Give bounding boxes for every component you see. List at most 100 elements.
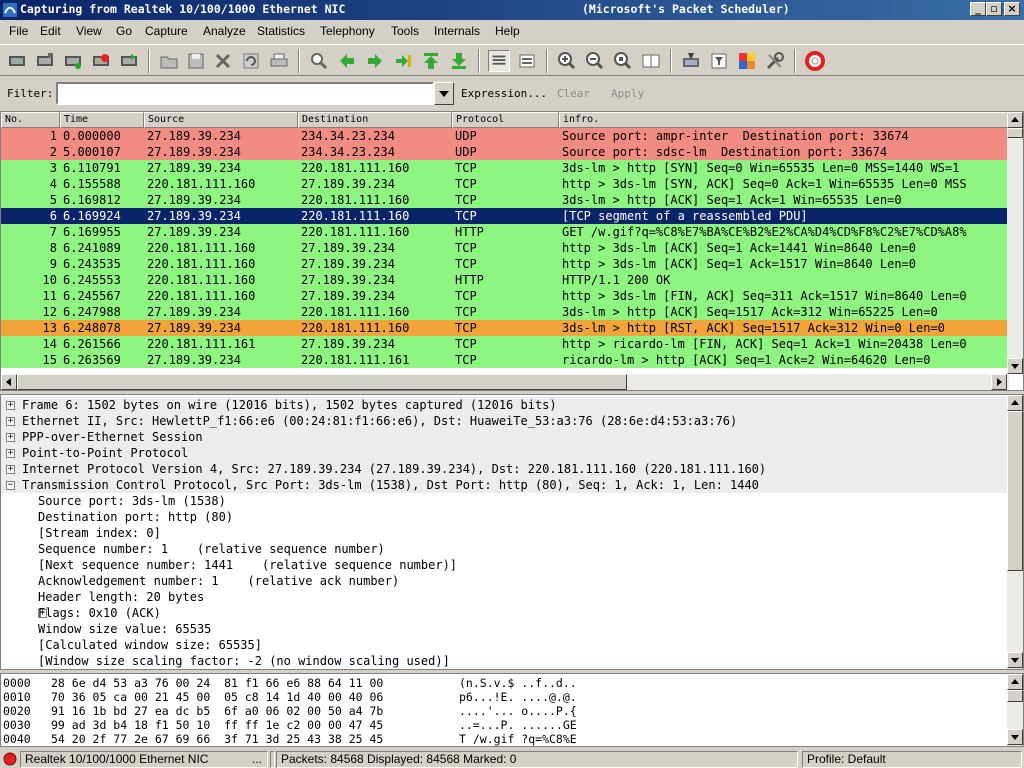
find-packet-icon[interactable] [308, 50, 330, 72]
byte-row[interactable]: 0040 54 20 2f 77 2e 67 69 66 3f 71 3d 25 … [3, 732, 1003, 746]
bytes-vscrollbar[interactable] [1007, 674, 1023, 746]
print-icon[interactable] [268, 50, 290, 72]
menu-tools[interactable]: Tools [391, 24, 419, 38]
packet-row[interactable]: 14 6.261566 220.181.111.161 27.189.39.234 TC… [1, 336, 1007, 352]
detail-row[interactable]: + Ethernet II, Src: HewlettP_f1:66:e6 (00… [1, 413, 1007, 429]
menu-edit[interactable]: Edit [40, 24, 61, 38]
colorize-packet-list-icon[interactable] [488, 50, 510, 72]
packet-row[interactable]: 2 5.000107 27.189.39.234 234.34.23.234 UDP So… [1, 144, 1007, 160]
coloring-rules-icon[interactable] [736, 50, 758, 72]
auto-scroll-icon[interactable] [516, 50, 538, 72]
expression-button[interactable]: Expression... [461, 87, 547, 100]
scroll-thumb[interactable] [1007, 690, 1023, 702]
status-profile[interactable]: Profile: Default [802, 751, 1022, 768]
go-first-packet-icon[interactable] [420, 50, 442, 72]
menu-help[interactable]: Help [495, 24, 520, 38]
expand-icon[interactable]: + [6, 417, 15, 426]
column-header-source[interactable]: Source [144, 112, 298, 128]
scroll-right-button[interactable] [991, 374, 1007, 390]
go-back-icon[interactable] [336, 50, 358, 72]
column-header-time[interactable]: Time [60, 112, 144, 128]
packet-list-hscrollbar[interactable] [1, 374, 1009, 390]
filter-history-dropdown[interactable] [434, 82, 454, 105]
go-forward-icon[interactable] [364, 50, 386, 72]
packet-row[interactable]: 10 6.245553 220.181.111.160 27.189.39.234 HT… [1, 272, 1007, 288]
capture-options-icon[interactable] [34, 50, 56, 72]
byte-row[interactable]: 0030 99 ad 3d b4 18 f1 50 10 ff ff 1e c2 … [3, 718, 1003, 732]
scroll-thumb[interactable] [1007, 128, 1023, 138]
apply-filter-button[interactable]: Apply [611, 87, 644, 100]
resize-columns-icon[interactable] [640, 50, 662, 72]
menu-go[interactable]: Go [116, 24, 132, 38]
detail-row[interactable]: + Frame 6: 1502 bytes on wire (12016 bits… [1, 397, 1007, 413]
detail-row[interactable]: + PPP-over-Ethernet Session [1, 429, 1007, 445]
packet-row[interactable]: 4 6.155588 220.181.111.160 27.189.39.234 TCP… [1, 176, 1007, 192]
detail-row[interactable]: − Transmission Control Protocol, Src Port… [1, 477, 1007, 493]
menu-internals[interactable]: Internals [434, 24, 480, 38]
column-header-no[interactable]: No. [1, 112, 60, 128]
details-vscrollbar[interactable] [1007, 395, 1023, 669]
detail-row[interactable]: Header length: 20 bytes [1, 589, 1007, 605]
start-capture-icon[interactable] [62, 50, 84, 72]
detail-row[interactable]: [Calculated window size: 65535] [1, 637, 1007, 653]
stop-capture-icon[interactable] [90, 50, 112, 72]
expand-icon[interactable]: + [6, 401, 15, 410]
interfaces-icon[interactable] [6, 50, 28, 72]
zoom-out-icon[interactable] [584, 50, 606, 72]
packet-row[interactable]: 11 6.245567 220.181.111.160 27.189.39.234 TC… [1, 288, 1007, 304]
help-lifebuoy-icon[interactable] [804, 50, 826, 72]
close-file-icon[interactable] [212, 50, 234, 72]
detail-row[interactable]: [Next sequence number: 1441 (relative se… [1, 557, 1007, 573]
scroll-down-button[interactable] [1007, 358, 1023, 374]
scroll-up-button[interactable] [1007, 395, 1023, 411]
menu-telephony[interactable]: Telephony [320, 24, 375, 38]
scroll-up-button[interactable] [1007, 112, 1023, 128]
byte-row[interactable]: 0050 37 25 42 41 25 43 45 25 42 32 25 45 … [3, 746, 1003, 747]
zoom-in-icon[interactable] [556, 50, 578, 72]
restart-capture-icon[interactable] [118, 50, 140, 72]
detail-row[interactable]: + Point-to-Point Protocol [1, 445, 1007, 461]
collapse-icon[interactable]: − [6, 481, 15, 490]
go-last-packet-icon[interactable] [448, 50, 470, 72]
maximize-button[interactable]: ▫ [986, 2, 1002, 16]
detail-row[interactable]: Sequence number: 1 (relative sequence nu… [1, 541, 1007, 557]
packet-row[interactable]: 13 6.248078 27.189.39.234 220.181.111.160 TC… [1, 320, 1007, 336]
detail-row[interactable]: [Window size scaling factor: -2 (no wind… [1, 653, 1007, 669]
packet-row[interactable]: 9 6.243535 220.181.111.160 27.189.39.234 TCP… [1, 256, 1007, 272]
menu-capture[interactable]: Capture [145, 24, 188, 38]
byte-row[interactable]: 0020 91 16 1b bd 27 ea dc b5 6f a0 06 02 … [3, 704, 1003, 718]
display-filters-icon[interactable] [708, 50, 730, 72]
byte-row[interactable]: 0010 70 36 05 ca 00 21 45 00 05 c8 14 1d … [3, 690, 1003, 704]
preferences-icon[interactable] [764, 50, 786, 72]
packet-list-vscrollbar[interactable] [1007, 112, 1023, 374]
close-button[interactable]: × [1004, 2, 1020, 16]
menu-view[interactable]: View [76, 24, 102, 38]
detail-row[interactable]: Source port: 3ds-lm (1538) [1, 493, 1007, 509]
scroll-down-button[interactable] [1007, 729, 1023, 745]
byte-row[interactable]: 0000 28 6e d4 53 a3 76 00 24 81 f1 66 e6 … [3, 676, 1003, 690]
detail-row[interactable]: + Flags: 0x10 (ACK) [1, 605, 1007, 621]
packet-row[interactable]: 5 6.169812 27.189.39.234 220.181.111.160 TCP… [1, 192, 1007, 208]
packet-row[interactable]: 15 6.263569 27.189.39.234 220.181.111.161 TC… [1, 352, 1007, 368]
menu-statistics[interactable]: Statistics [257, 24, 305, 38]
expand-icon[interactable]: + [6, 433, 15, 442]
column-header-destination[interactable]: Destination [298, 112, 452, 128]
detail-row[interactable]: Destination port: http (80) [1, 509, 1007, 525]
packet-row[interactable]: 7 6.169955 27.189.39.234 220.181.111.160 HTT… [1, 224, 1007, 240]
packet-row[interactable]: 12 6.247988 27.189.39.234 220.181.111.160 TC… [1, 304, 1007, 320]
column-header-protocol[interactable]: Protocol [452, 112, 559, 128]
packet-row[interactable]: 6 6.169924 27.189.39.234 220.181.111.160 TCP… [1, 208, 1007, 224]
packet-row[interactable]: 8 6.241089 220.181.111.160 27.189.39.234 TCP… [1, 240, 1007, 256]
normal-size-icon[interactable] [612, 50, 634, 72]
clear-filter-button[interactable]: Clear [557, 87, 590, 100]
display-filter-input[interactable] [56, 82, 434, 105]
minimize-button[interactable]: _ [970, 2, 986, 16]
expand-icon[interactable]: + [6, 465, 15, 474]
hscroll-thumb[interactable] [17, 374, 627, 390]
go-to-packet-icon[interactable] [392, 50, 414, 72]
column-header-info[interactable]: infro. [559, 112, 1009, 128]
detail-row[interactable]: + Internet Protocol Version 4, Src: 27.18… [1, 461, 1007, 477]
status-expert-info[interactable]: ... [252, 752, 262, 766]
capture-filters-icon[interactable] [680, 50, 702, 72]
detail-row[interactable]: [Stream index: 0] [1, 525, 1007, 541]
